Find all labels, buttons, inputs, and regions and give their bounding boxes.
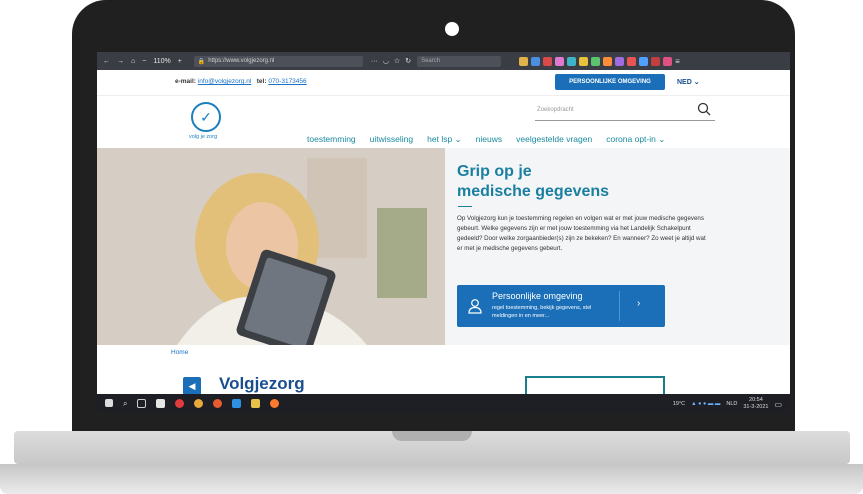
contact-bar: e-mail: info@volgjezorg.nl tel: 070-3173… xyxy=(97,70,790,95)
contact-info: e-mail: info@volgjezorg.nl tel: 070-3173… xyxy=(175,78,307,85)
extension-icon[interactable] xyxy=(651,56,661,66)
store-icon[interactable] xyxy=(156,398,166,408)
hero-photo xyxy=(97,148,445,345)
menu-item-veelgestelde-vragen[interactable]: veelgestelde vragen xyxy=(516,134,592,145)
system-tray: 19°C ▲ ● ● ▬ ▬ NLD 20:54 31-3-2021 ▭ xyxy=(673,397,782,411)
reload-icon[interactable]: ↻ xyxy=(405,57,411,65)
hero-title: Grip op je medische gegevens xyxy=(457,162,677,202)
menu-item-het-lsp[interactable]: het lsp ⌄ xyxy=(427,134,462,145)
cta-divider xyxy=(619,291,620,321)
home-icon[interactable]: ⌂ xyxy=(131,58,135,65)
email-label: e-mail: xyxy=(175,78,196,85)
browser-toolbar: ← → ⌂ − 110% + 🔒 https://www.volgjezorg.… xyxy=(97,52,790,70)
hero-section: Grip op je medische gegevens Op Volgjezo… xyxy=(97,148,790,345)
logo-icon[interactable]: ✓ xyxy=(191,102,221,132)
clock-date: 31-3-2021 xyxy=(743,404,769,410)
weather-text: 19°C xyxy=(672,401,686,407)
screen: ← → ⌂ − 110% + 🔒 https://www.volgjezorg.… xyxy=(97,52,790,412)
file-explorer-icon[interactable] xyxy=(251,398,261,408)
camera-icon xyxy=(445,22,459,36)
firefox-icon[interactable] xyxy=(270,398,280,408)
laptop-notch xyxy=(392,431,472,441)
personal-environment-button[interactable]: PERSOONLIJKE OMGEVING xyxy=(555,74,665,90)
windows-start-icon[interactable] xyxy=(105,399,113,407)
clock[interactable]: 20:54 31-3-2021 xyxy=(743,397,768,411)
language-selector[interactable]: NED ⌄ xyxy=(677,78,700,86)
breadcrumb[interactable]: Home xyxy=(171,349,188,356)
extension-icon[interactable] xyxy=(567,56,577,66)
user-icon xyxy=(468,299,482,314)
app-icon[interactable] xyxy=(175,398,185,408)
extension-icon[interactable] xyxy=(639,56,649,66)
url-text: https://www.volgjezorg.nl xyxy=(208,58,275,64)
hero-title-line1: Grip op je xyxy=(457,163,532,180)
menu-item-uitwisseling[interactable]: uitwisseling xyxy=(370,134,413,145)
menu-item-corona-opt-in[interactable]: corona opt-in ⌄ xyxy=(606,134,665,145)
more-icon[interactable]: ··· xyxy=(371,58,378,65)
personal-environment-card[interactable]: Persoonlijke omgeving regel toestemming,… xyxy=(457,285,665,327)
browser-search-input[interactable]: Search xyxy=(417,55,502,67)
extension-icon[interactable] xyxy=(627,56,637,66)
extension-icon[interactable] xyxy=(663,56,673,66)
page-title: Volgjezorg xyxy=(219,374,305,393)
site-search-placeholder: Zoekopdracht xyxy=(537,107,574,113)
laptop-base-bottom xyxy=(0,464,863,494)
main-menu: toestemming uitwisseling het lsp ⌄ nieuw… xyxy=(307,134,665,145)
extension-icon[interactable] xyxy=(531,56,541,66)
app-icon[interactable] xyxy=(232,398,242,408)
cta-subtitle: regel toestemming, bekijk gegevens, stel… xyxy=(492,305,592,319)
extension-icon[interactable] xyxy=(555,56,565,66)
email-link[interactable]: info@volgjezorg.nl xyxy=(198,78,252,85)
zoom-out-icon[interactable]: − xyxy=(142,58,146,65)
pocket-icon[interactable]: ◡ xyxy=(383,57,389,65)
speaker-icon[interactable]: ◀ xyxy=(183,377,201,395)
zoom-in-icon[interactable]: + xyxy=(178,58,182,65)
url-bar[interactable]: 🔒 https://www.volgjezorg.nl xyxy=(193,55,363,67)
hero-divider xyxy=(458,206,472,207)
menu-item-toestemming[interactable]: toestemming xyxy=(307,134,356,145)
search-icon[interactable]: ⌕ xyxy=(123,399,127,408)
phone-link[interactable]: 070-3173456 xyxy=(268,78,306,85)
extension-icon[interactable] xyxy=(543,56,553,66)
site-search-input[interactable]: Zoekopdracht xyxy=(535,107,715,121)
menu-item-nieuws[interactable]: nieuws xyxy=(476,134,502,145)
windows-taskbar: ⌕ 19°C ▲ ● ● ▬ ▬ NLD 20:54 31-3-2021 ▭ xyxy=(97,394,790,412)
extension-icon[interactable] xyxy=(615,56,625,66)
back-icon[interactable]: ← xyxy=(103,58,110,65)
zoom-level: 110% xyxy=(153,57,171,65)
site-header: ✓ volg je zorg Zoekopdracht toestemming … xyxy=(97,95,790,149)
browser-search-placeholder: Search xyxy=(421,58,441,64)
search-icon[interactable] xyxy=(697,102,711,116)
extension-icon[interactable] xyxy=(519,56,529,66)
chevron-right-icon: › xyxy=(637,298,641,309)
hero-title-line2: medische gegevens xyxy=(457,183,610,200)
language-indicator[interactable]: NLD xyxy=(726,401,737,407)
tray-icons[interactable]: ▲ ● ● ▬ ▬ xyxy=(691,401,720,407)
task-view-icon[interactable] xyxy=(137,398,147,408)
phone-label: tel: xyxy=(256,78,267,85)
extension-icon[interactable] xyxy=(579,56,589,66)
logo-text: volg je zorg xyxy=(189,134,218,140)
extensions-bar: ≡ xyxy=(519,56,684,66)
forward-icon[interactable]: → xyxy=(117,58,124,65)
app-icon[interactable] xyxy=(194,398,204,408)
extension-icon[interactable] xyxy=(603,56,613,66)
notifications-icon[interactable]: ▭ xyxy=(774,400,782,409)
clock-time: 20:54 xyxy=(749,397,763,403)
menu-hamburger-icon[interactable]: ≡ xyxy=(675,57,684,66)
lock-icon: 🔒 xyxy=(197,58,206,65)
bookmark-star-icon[interactable]: ☆ xyxy=(394,57,400,65)
hero-text: Op Volgjezorg kun je toestemming regelen… xyxy=(457,215,706,252)
cta-title: Persoonlijke omgeving xyxy=(492,291,583,301)
extension-icon[interactable] xyxy=(591,56,601,66)
app-icon[interactable] xyxy=(213,398,223,408)
